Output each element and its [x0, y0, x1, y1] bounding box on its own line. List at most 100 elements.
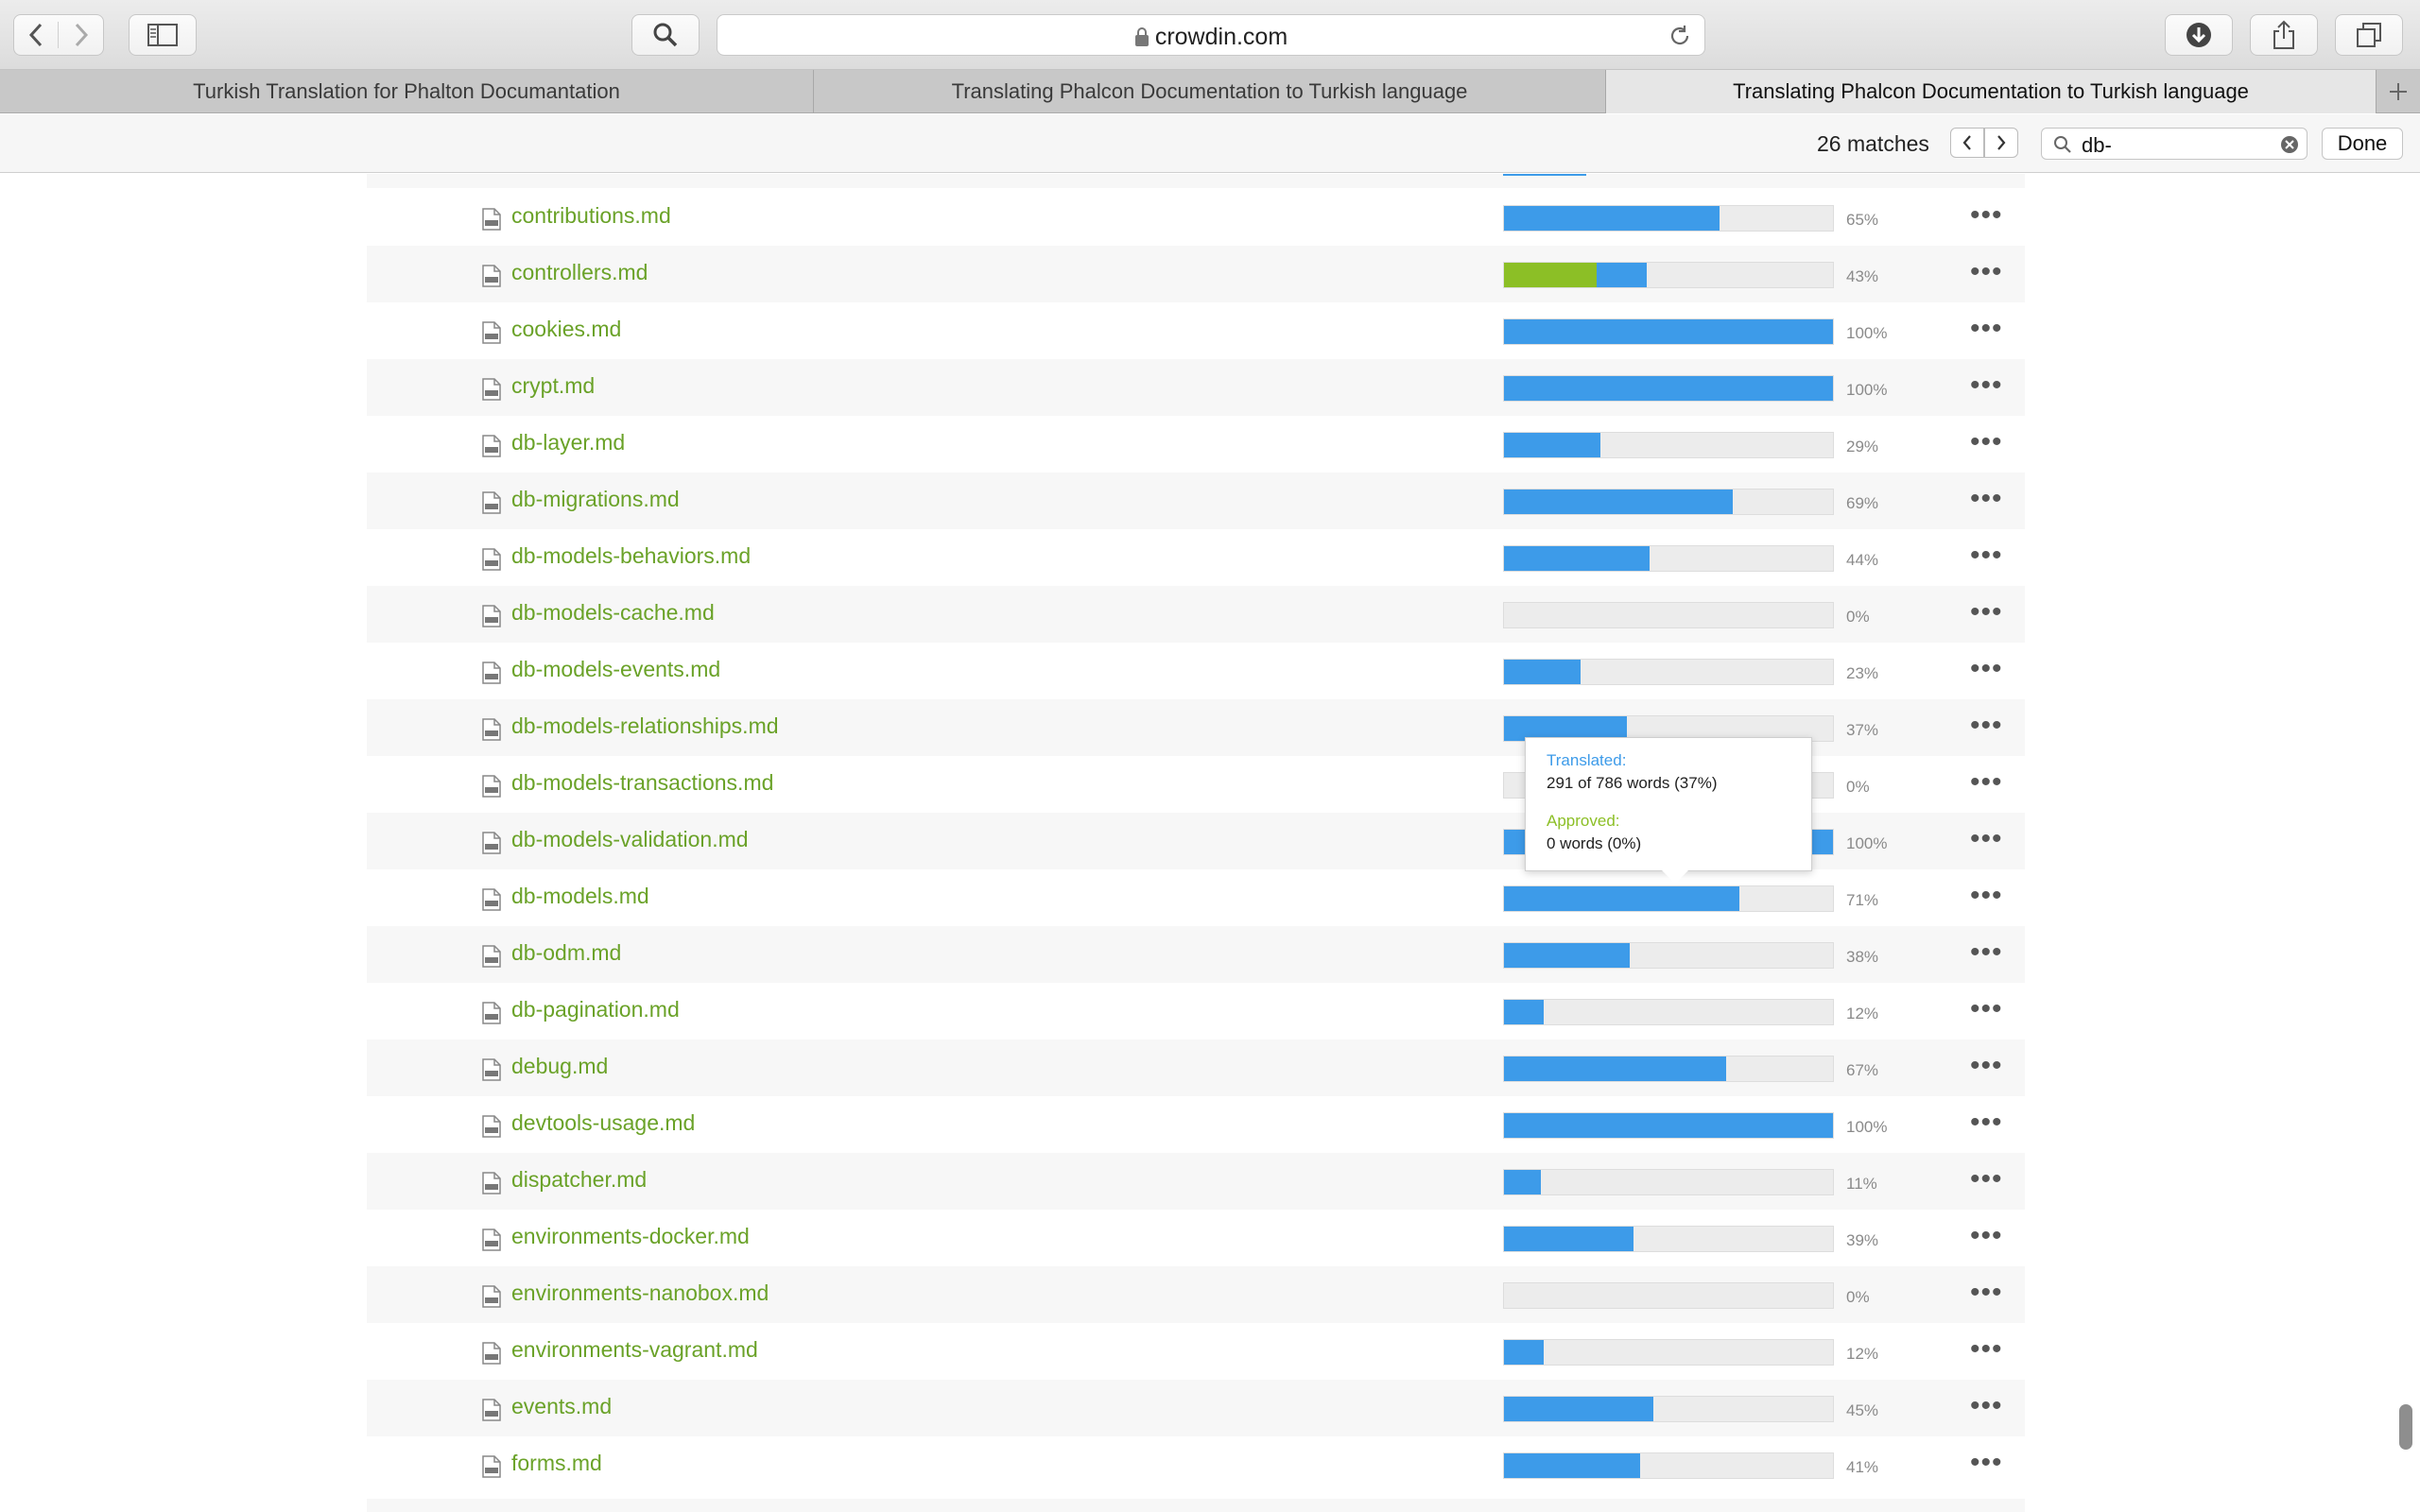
file-icon: [481, 378, 502, 405]
browser-toolbar: crowdin.com: [0, 0, 2420, 70]
more-icon[interactable]: •••: [1970, 540, 2003, 572]
file-link[interactable]: db-models-transactions.md: [511, 770, 773, 796]
file-link[interactable]: db-pagination.md: [511, 997, 680, 1022]
progress-bar[interactable]: [1503, 999, 1834, 1025]
progress-bar[interactable]: [1503, 1056, 1834, 1082]
progress-bar[interactable]: [1503, 375, 1834, 402]
back-icon[interactable]: [14, 22, 60, 48]
file-link[interactable]: environments-vagrant.md: [511, 1337, 758, 1363]
more-icon[interactable]: •••: [1970, 1163, 2003, 1195]
progress-bar[interactable]: [1503, 1112, 1834, 1139]
file-icon: [481, 1285, 502, 1313]
progress-percent: 43%: [1846, 267, 1879, 285]
progress-bar[interactable]: [1503, 262, 1834, 288]
file-link[interactable]: db-odm.md: [511, 940, 621, 966]
more-icon[interactable]: •••: [1970, 993, 2003, 1025]
more-icon[interactable]: •••: [1970, 653, 2003, 685]
clear-icon[interactable]: [2280, 135, 2299, 154]
more-icon[interactable]: •••: [1970, 936, 2003, 969]
search-button[interactable]: [631, 14, 700, 56]
progress-bar[interactable]: [1503, 942, 1834, 969]
file-link[interactable]: db-models-cache.md: [511, 600, 715, 626]
translated-fill: [1504, 206, 1720, 231]
more-icon[interactable]: •••: [1970, 1050, 2003, 1082]
downloads-button[interactable]: [2165, 14, 2233, 56]
progress-bar[interactable]: [1503, 1282, 1834, 1309]
more-icon[interactable]: •••: [1970, 596, 2003, 628]
file-link[interactable]: db-models-relationships.md: [511, 713, 779, 739]
file-link[interactable]: db-layer.md: [511, 430, 625, 455]
progress-bar[interactable]: [1503, 545, 1834, 572]
progress-bar[interactable]: [1503, 1169, 1834, 1195]
share-button[interactable]: [2250, 14, 2318, 56]
file-link[interactable]: events.md: [511, 1394, 612, 1419]
tab-label: Turkish Translation for Phalton Documant…: [193, 79, 620, 103]
progress-bar[interactable]: [1503, 1452, 1834, 1479]
find-input[interactable]: db-: [2041, 128, 2308, 160]
find-previous-button[interactable]: [1950, 128, 1984, 158]
file-link[interactable]: crypt.md: [511, 373, 595, 399]
tab-translating-phalcon-2[interactable]: Translating Phalcon Documentation to Tur…: [1606, 70, 2377, 113]
file-link[interactable]: db-models-behaviors.md: [511, 543, 751, 569]
progress-percent: 0%: [1846, 1288, 1870, 1306]
file-link[interactable]: db-models-validation.md: [511, 827, 749, 852]
more-icon[interactable]: •••: [1970, 369, 2003, 402]
file-link[interactable]: contributions.md: [511, 203, 671, 229]
file-link[interactable]: forms.md: [511, 1451, 602, 1476]
progress-bar[interactable]: [1503, 432, 1834, 458]
file-link[interactable]: debug.md: [511, 1054, 608, 1079]
reload-icon[interactable]: [1668, 25, 1691, 47]
more-icon[interactable]: •••: [1970, 1220, 2003, 1252]
more-icon[interactable]: •••: [1970, 766, 2003, 799]
progress-bar[interactable]: [1503, 602, 1834, 628]
progress-bar[interactable]: [1503, 1396, 1834, 1422]
new-tab-button[interactable]: [2377, 70, 2420, 113]
tab-label: Translating Phalcon Documentation to Tur…: [1733, 79, 2249, 103]
more-icon[interactable]: •••: [1970, 256, 2003, 288]
progress-bar[interactable]: [1503, 318, 1834, 345]
tab-turkish-translation[interactable]: Turkish Translation for Phalton Documant…: [0, 70, 814, 113]
translated-fill: [1597, 263, 1647, 287]
progress-bar[interactable]: [1503, 885, 1834, 912]
more-icon[interactable]: •••: [1970, 1107, 2003, 1139]
file-link[interactable]: cookies.md: [511, 317, 621, 342]
find-next-button[interactable]: [1984, 128, 2018, 158]
sidebar-button[interactable]: [129, 14, 197, 56]
more-icon[interactable]: •••: [1970, 710, 2003, 742]
scrollbar-thumb[interactable]: [2399, 1404, 2412, 1450]
more-icon[interactable]: •••: [1970, 1447, 2003, 1479]
more-icon[interactable]: •••: [1970, 313, 2003, 345]
approved-fill: [1504, 263, 1597, 287]
more-icon[interactable]: •••: [1970, 1390, 2003, 1422]
file-link[interactable]: db-models.md: [511, 884, 649, 909]
translated-fill: [1504, 1057, 1726, 1081]
progress-bar[interactable]: [1503, 1339, 1834, 1366]
file-link[interactable]: environments-nanobox.md: [511, 1280, 769, 1306]
more-icon[interactable]: •••: [1970, 1333, 2003, 1366]
file-link[interactable]: dispatcher.md: [511, 1167, 647, 1193]
progress-bar[interactable]: [1503, 659, 1834, 685]
file-link[interactable]: db-migrations.md: [511, 487, 680, 512]
tab-translating-phalcon-1[interactable]: Translating Phalcon Documentation to Tur…: [814, 70, 1606, 113]
more-icon[interactable]: •••: [1970, 199, 2003, 232]
tabs-overview-button[interactable]: [2335, 14, 2403, 56]
forward-icon[interactable]: [59, 22, 103, 48]
file-link[interactable]: db-models-events.md: [511, 657, 720, 682]
more-icon[interactable]: •••: [1970, 880, 2003, 912]
find-done-button[interactable]: Done: [2322, 128, 2403, 160]
progress-bar[interactable]: [1503, 1226, 1834, 1252]
address-bar[interactable]: crowdin.com: [717, 14, 1705, 56]
more-icon[interactable]: •••: [1970, 1277, 2003, 1309]
file-link[interactable]: devtools-usage.md: [511, 1110, 695, 1136]
address-text: crowdin.com: [717, 24, 1704, 51]
progress-bar[interactable]: [1503, 205, 1834, 232]
progress-percent: 100%: [1846, 324, 1888, 342]
progress-bar[interactable]: [1503, 489, 1834, 515]
more-icon[interactable]: •••: [1970, 483, 2003, 515]
more-icon[interactable]: •••: [1970, 426, 2003, 458]
file-link[interactable]: controllers.md: [511, 260, 648, 285]
progress-percent: 100%: [1846, 381, 1888, 399]
file-row: environments-vagrant.md 12% •••: [367, 1323, 2025, 1380]
file-link[interactable]: environments-docker.md: [511, 1224, 750, 1249]
more-icon[interactable]: •••: [1970, 823, 2003, 855]
